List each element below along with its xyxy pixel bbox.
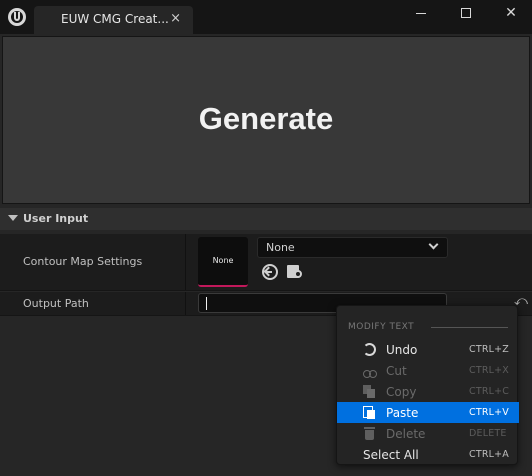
minimize-icon xyxy=(416,13,426,14)
menu-item-label: Cut xyxy=(386,364,407,378)
menu-item-shortcut: CTRL+V xyxy=(469,407,509,418)
menu-item-paste[interactable]: Paste CTRL+V xyxy=(337,402,519,423)
collapse-arrow-icon[interactable] xyxy=(8,215,18,221)
copy-icon xyxy=(363,385,376,398)
menu-item-label: Undo xyxy=(386,343,418,357)
menu-item-copy[interactable]: Copy CTRL+C xyxy=(337,381,519,402)
column-divider[interactable] xyxy=(185,234,186,290)
asset-picker-combo[interactable]: None xyxy=(257,237,448,258)
context-menu: MODIFY TEXT Undo CTRL+Z Cut CTRL+X Copy … xyxy=(336,305,519,465)
menu-item-shortcut: DELETE xyxy=(469,428,507,439)
column-divider[interactable] xyxy=(185,292,186,315)
title-bar: EUW CMG Creat... × ✕ xyxy=(0,0,532,34)
menu-item-label: Copy xyxy=(386,385,417,399)
maximize-icon xyxy=(461,8,471,18)
close-tab-icon[interactable]: × xyxy=(170,11,181,26)
menu-item-label: Select All xyxy=(363,448,419,462)
menu-item-select-all[interactable]: Select All CTRL+A xyxy=(337,444,519,465)
asset-thumbnail[interactable]: None xyxy=(198,237,248,287)
paste-icon xyxy=(363,406,376,419)
menu-item-label: Paste xyxy=(386,406,419,420)
menu-item-label: Delete xyxy=(386,427,426,441)
generate-label: Generate xyxy=(198,101,334,136)
menu-divider xyxy=(431,327,508,328)
property-label: Output Path xyxy=(23,297,89,310)
undo-icon xyxy=(363,343,376,356)
chevron-down-icon xyxy=(428,239,439,250)
minimize-window-button[interactable] xyxy=(404,3,438,25)
section-header-user-input[interactable]: User Input xyxy=(0,208,532,230)
menu-item-cut[interactable]: Cut CTRL+X xyxy=(337,360,519,381)
tab-title: EUW CMG Creat... xyxy=(61,12,169,26)
menu-item-shortcut: CTRL+X xyxy=(469,365,509,376)
generate-button[interactable]: Generate xyxy=(2,36,530,204)
cut-icon xyxy=(363,364,377,378)
delete-icon xyxy=(363,427,376,440)
property-label: Contour Map Settings xyxy=(23,255,143,268)
menu-item-undo[interactable]: Undo CTRL+Z xyxy=(337,339,519,360)
close-window-button[interactable]: ✕ xyxy=(494,3,528,25)
menu-item-shortcut: CTRL+Z xyxy=(469,344,509,355)
use-selected-asset-icon[interactable] xyxy=(262,264,278,280)
thumbnail-label: None xyxy=(212,256,234,265)
menu-section-heading: MODIFY TEXT xyxy=(348,322,415,332)
maximize-window-button[interactable] xyxy=(449,3,483,25)
text-caret xyxy=(206,297,207,310)
unreal-logo-icon[interactable] xyxy=(8,8,26,26)
browse-to-asset-icon[interactable] xyxy=(287,263,303,279)
section-title: User Input xyxy=(23,212,89,225)
property-row-contour-map-settings: Contour Map Settings None None xyxy=(0,234,532,291)
menu-item-delete[interactable]: Delete DELETE xyxy=(337,423,519,444)
combo-value: None xyxy=(266,241,295,254)
menu-item-shortcut: CTRL+C xyxy=(469,386,510,397)
tab-euw-cmg-creator[interactable]: EUW CMG Creat... × xyxy=(34,6,193,34)
menu-item-shortcut: CTRL+A xyxy=(469,449,509,460)
